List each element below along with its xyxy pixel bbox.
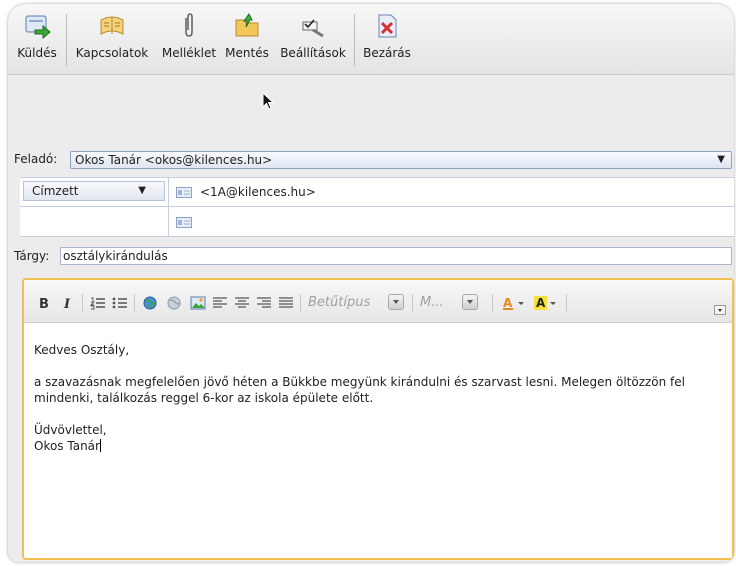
link-globe-icon[interactable]: [142, 296, 158, 310]
contacts-button[interactable]: Kapcsolatok: [70, 12, 154, 70]
editor-separator: [492, 294, 493, 312]
sender-value: Okos Tanár <okos@kilences.hu>: [75, 153, 273, 167]
bold-icon[interactable]: B: [36, 296, 52, 310]
save-label: Mentés: [225, 46, 269, 60]
contact-card-icon[interactable]: [176, 217, 192, 228]
contact-card-icon[interactable]: [176, 187, 192, 198]
mouse-pointer-icon: [262, 92, 275, 110]
sender-select[interactable]: Okos Tanár <okos@kilences.hu> ▼: [70, 151, 732, 169]
settings-button[interactable]: Beállítások: [276, 12, 350, 70]
body-signature-line: Okos Tanár: [34, 438, 724, 454]
settings-check-icon: [302, 19, 324, 38]
contacts-label: Kapcsolatok: [75, 46, 149, 60]
svg-text:A: A: [503, 296, 513, 310]
settings-label: Beállítások: [280, 46, 346, 60]
dropdown-arrow-icon: [388, 294, 404, 310]
paperclip-icon: [185, 13, 193, 37]
chevron-down-icon: ▼: [138, 185, 146, 196]
subject-input[interactable]: osztálykirándulás: [60, 247, 732, 265]
attachment-label: Melléklet: [161, 46, 217, 60]
svg-text:B: B: [39, 297, 49, 310]
recipients-divider: [20, 206, 734, 207]
message-body[interactable]: Kedves Osztály, a szavazásnak megfelelőe…: [34, 342, 724, 454]
recipients-table: Címzett ▼ <1A@kilences.hu>: [20, 177, 734, 237]
editor-separator: [134, 294, 135, 312]
svg-text:I: I: [63, 297, 71, 310]
align-justify-icon[interactable]: [278, 296, 294, 310]
from-label: Feladó:: [14, 152, 58, 166]
subject-label: Tárgy:: [14, 249, 50, 263]
recipient-type-value: Címzett: [32, 184, 79, 198]
main-toolbar: Küldés Kapcsolatok Melléklet Mentés Beál…: [8, 4, 734, 75]
align-right-icon[interactable]: [256, 296, 272, 310]
text-caret: [99, 439, 101, 452]
send-icon: [25, 15, 51, 40]
compose-window: Küldés Kapcsolatok Melléklet Mentés Beál…: [8, 4, 734, 562]
italic-icon[interactable]: I: [60, 296, 76, 310]
recipient-address-input[interactable]: <1A@kilences.hu>: [200, 185, 316, 199]
body-closing: Üdvövlettel,: [34, 423, 107, 437]
toolbar-separator: [66, 14, 67, 66]
font-size-select[interactable]: M...: [420, 292, 486, 314]
editor-toolbar: B I Betűtípus M... A A: [24, 280, 732, 323]
send-label: Küldés: [17, 46, 57, 60]
image-icon[interactable]: [190, 296, 206, 310]
editor-separator: [412, 294, 413, 312]
highlight-color-icon[interactable]: A: [534, 296, 560, 310]
close-button[interactable]: Bezárás: [358, 12, 416, 70]
address-book-icon: [100, 16, 124, 35]
recipient-type-select[interactable]: Címzett ▼: [23, 181, 165, 201]
toolbar-separator: [354, 14, 355, 66]
unlink-icon[interactable]: [166, 296, 182, 310]
dropdown-arrow-icon: [462, 294, 478, 310]
text-color-icon[interactable]: A: [502, 296, 528, 310]
editor-separator: [566, 294, 567, 312]
font-family-select[interactable]: Betűtípus: [308, 292, 408, 314]
collapse-toolbar-button[interactable]: [714, 305, 726, 315]
body-paragraph: a szavazásnak megfelelően jövő héten a B…: [34, 375, 685, 405]
body-greeting: Kedves Osztály,: [34, 343, 130, 357]
svg-text:A: A: [536, 296, 546, 310]
align-left-icon[interactable]: [212, 296, 228, 310]
editor-separator: [300, 294, 301, 312]
body-signature: Okos Tanár: [34, 439, 100, 453]
close-label: Bezárás: [363, 46, 411, 60]
attachment-button[interactable]: Melléklet: [158, 12, 220, 70]
chevron-down-icon: ▼: [717, 154, 725, 165]
send-button[interactable]: Küldés: [8, 12, 66, 70]
recipients-divider: [168, 178, 169, 236]
save-folder-icon: [235, 13, 259, 37]
font-family-placeholder: Betűtípus: [308, 295, 371, 310]
font-size-placeholder: M...: [420, 295, 444, 310]
close-document-icon: [378, 14, 397, 38]
numbered-list-icon[interactable]: [90, 296, 106, 310]
align-center-icon[interactable]: [234, 296, 250, 310]
editor-separator: [82, 294, 83, 312]
bullet-list-icon[interactable]: [112, 296, 128, 310]
message-editor: B I Betűtípus M... A A Kedves Osztály, a…: [22, 278, 734, 560]
save-button[interactable]: Mentés: [222, 12, 272, 70]
